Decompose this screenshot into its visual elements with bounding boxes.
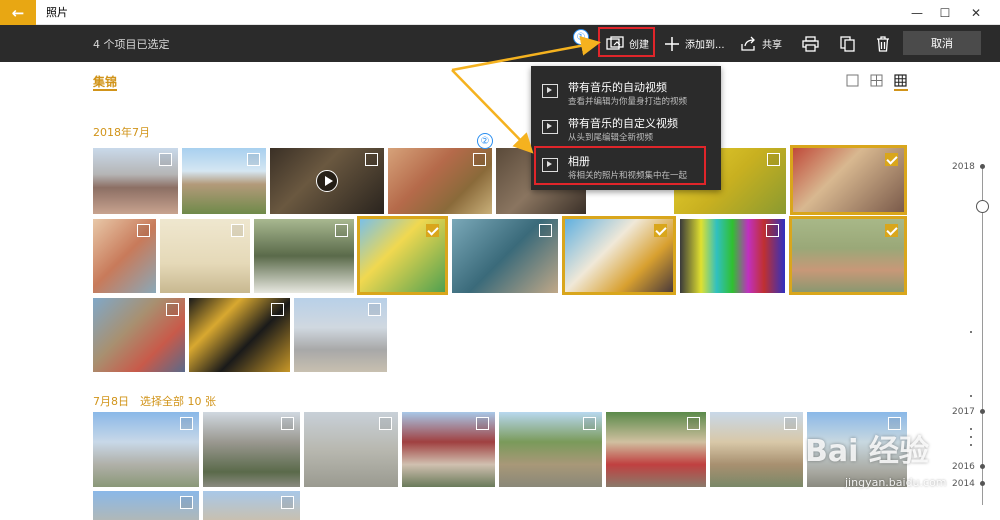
timeline-tick [970, 395, 972, 397]
timeline-handle[interactable] [976, 200, 989, 213]
arrow-to-create [451, 35, 601, 72]
timeline-dot [980, 164, 985, 169]
timeline-dot [980, 481, 985, 486]
timeline-year[interactable]: 2017 [952, 407, 975, 417]
timeline-dot [980, 409, 985, 414]
timeline-tick [970, 331, 972, 333]
timeline-year[interactable]: 2014 [952, 479, 975, 489]
timeline-dot [980, 464, 985, 469]
timeline-tick [970, 428, 972, 430]
arrow-to-album [451, 69, 534, 154]
timeline-year[interactable]: 2018 [952, 162, 975, 172]
timeline-tick [970, 436, 972, 438]
timeline-year[interactable]: 2016 [952, 462, 975, 472]
watermark-logo: Bai 经验 [805, 434, 929, 469]
watermark-url: jingyan.baidu.com [845, 476, 947, 489]
timeline-tick [970, 444, 972, 446]
timeline-track[interactable] [982, 165, 983, 505]
